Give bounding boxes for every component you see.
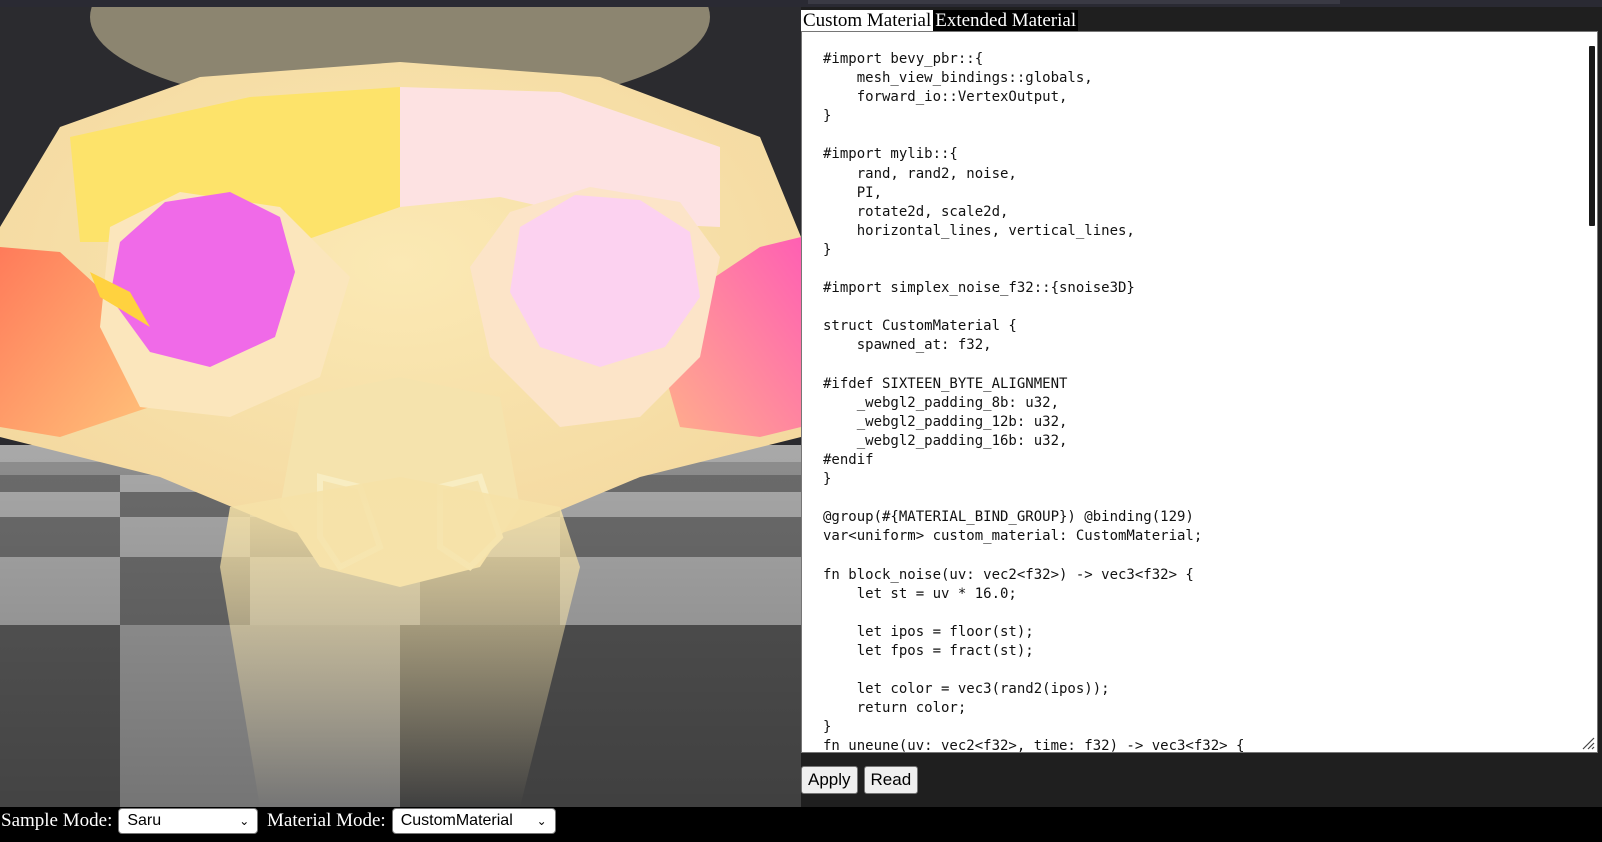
editor-actions: Apply Read [801,766,919,794]
sample-mode-control: Sample Mode: Saru ⌄ [1,808,259,834]
sample-mode-value: Saru [127,812,162,829]
resize-grip-icon[interactable] [1581,736,1595,750]
material-mode-label: Material Mode: [267,810,386,831]
tab-custom-material[interactable]: Custom Material [801,10,934,31]
material-mode-control: Material Mode: CustomMaterial ⌄ [267,808,556,834]
chevron-down-icon: ⌄ [239,814,250,828]
read-button[interactable]: Read [863,766,919,794]
material-tabs: Custom Material Extended Material [801,8,1079,31]
sample-mode-label: Sample Mode: [1,810,113,831]
shader-code-text[interactable]: #import bevy_pbr::{ mesh_view_bindings::… [823,50,1573,752]
chevron-down-icon: ⌄ [536,814,547,828]
top-strip-highlight [808,0,1340,4]
material-mode-value: CustomMaterial [400,812,513,829]
tab-extended-material[interactable]: Extended Material [933,10,1079,31]
apply-button[interactable]: Apply [801,766,858,794]
top-strip [0,0,1602,7]
render-viewport[interactable] [0,7,801,807]
scene-canvas [0,7,801,807]
editor-scrollbar-thumb[interactable] [1589,46,1595,226]
shader-code-editor[interactable]: #import bevy_pbr::{ mesh_view_bindings::… [801,31,1598,753]
sample-mode-select[interactable]: Saru ⌄ [118,808,259,834]
material-mode-select[interactable]: CustomMaterial ⌄ [391,808,556,834]
